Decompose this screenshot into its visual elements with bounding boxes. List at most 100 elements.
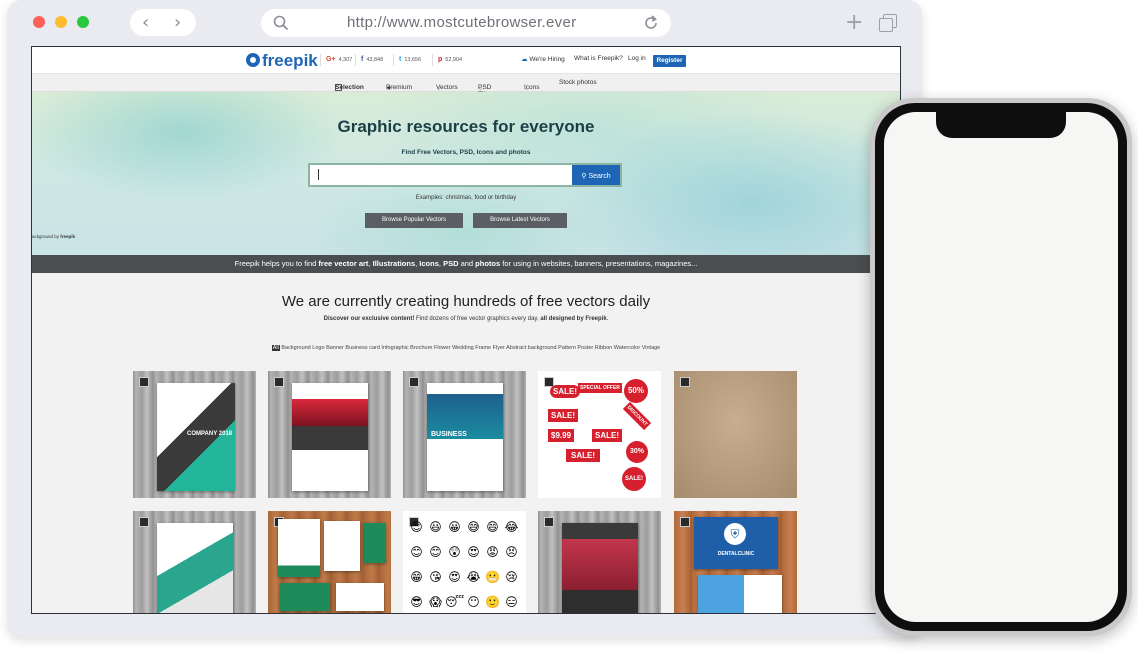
- minimize-window-button[interactable]: [55, 16, 67, 28]
- thumbnail-company-brochure[interactable]: COMPANY 2018: [133, 371, 256, 498]
- register-button[interactable]: Register: [653, 55, 686, 67]
- freepik-logo[interactable]: freepik: [246, 51, 318, 71]
- phone-screen: [884, 112, 1118, 622]
- tag-item[interactable]: Business card: [345, 345, 380, 351]
- special-offer-sticker: SPECIAL OFFER: [578, 383, 622, 393]
- twitter-share[interactable]: t 13,656: [393, 54, 421, 66]
- hiring-link[interactable]: ☁ We're Hiring: [521, 55, 565, 63]
- tag-all[interactable]: All: [271, 345, 280, 351]
- price-sticker: $9.99: [548, 429, 575, 442]
- premium-badge: [544, 517, 554, 527]
- tag-item[interactable]: Vintage: [642, 345, 661, 351]
- facebook-share[interactable]: f 43,848: [355, 54, 383, 66]
- web-page: freepik G+ 4,307 f 43,848 t 13,656 p 52,904 …: [31, 46, 901, 614]
- emoji-icon: 😅: [467, 520, 480, 534]
- tag-item[interactable]: Flyer: [493, 345, 505, 351]
- fifty-percent-sticker: 50%: [624, 379, 648, 403]
- thumbnail-red-brochure[interactable]: [268, 371, 391, 498]
- emoji-grid: 😊 😃 😀 😅 😄 😂 😊 😊 😲 😍 😡 😣 😁 😘 😍 😭 😬 😢 😎 😱 😴 😶 🙂 😑: [407, 515, 525, 613]
- tag-item[interactable]: Banner: [326, 345, 344, 351]
- thumbnail-business-brochure[interactable]: BUSINESS: [403, 371, 526, 498]
- browse-latest-button[interactable]: Browse Latest Vectors: [473, 213, 567, 228]
- thumbnail-teal-brochure[interactable]: [133, 511, 256, 613]
- url-text: http://www.mostcutebrowser.ever: [347, 14, 577, 31]
- logo-icon: [246, 53, 260, 67]
- premium-badge: [680, 517, 690, 527]
- tag-item[interactable]: Flower: [434, 345, 451, 351]
- tag-item[interactable]: Background: [281, 345, 310, 351]
- hero-section: Graphic resources for everyone Find Free…: [32, 92, 900, 255]
- tag-item[interactable]: Ribbon: [595, 345, 612, 351]
- browse-popular-button[interactable]: Browse Popular Vectors: [365, 213, 463, 228]
- example-birthday[interactable]: birthday: [495, 195, 516, 201]
- tag-item[interactable]: Logo: [312, 345, 324, 351]
- tag-item[interactable]: Brochure: [410, 345, 432, 351]
- main-menu: Selection ★ Premium Vectors ⌄ PSD Files …: [32, 74, 900, 98]
- forward-icon[interactable]: ›: [174, 12, 181, 33]
- logo-text: freepik: [262, 51, 318, 70]
- google-plus-icon: G+: [326, 56, 336, 63]
- menu-stock-photos[interactable]: Stock photos: [559, 79, 597, 86]
- emoji-icon: 😑: [505, 595, 518, 609]
- emoji-icon: 🙂: [485, 595, 500, 609]
- emoji-icon: 😁: [410, 570, 423, 584]
- stationery-image: [278, 519, 320, 577]
- emoji-icon: 😡: [486, 545, 499, 559]
- tabs-overview-icon[interactable]: [879, 14, 897, 32]
- what-is-freepik-link[interactable]: What is Freepik?: [574, 55, 623, 62]
- google-plus-share[interactable]: G+ 4,307: [320, 54, 352, 66]
- brochure-text: COMPANY 2018: [187, 431, 233, 437]
- back-icon[interactable]: ‹: [142, 12, 149, 33]
- tag-item[interactable]: Infographic: [381, 345, 408, 351]
- thumbnail-stationery-set[interactable]: [268, 511, 391, 613]
- phone-mockup: [870, 98, 1132, 636]
- close-window-button[interactable]: [33, 16, 45, 28]
- sale-circle-sticker: SALE!: [622, 467, 646, 491]
- background-credit: ackground by freepik: [32, 234, 75, 239]
- sale-ribbon: SALE!: [566, 449, 600, 462]
- tag-item[interactable]: Abstract background: [506, 345, 556, 351]
- search-input[interactable]: [308, 163, 572, 187]
- reload-icon[interactable]: [643, 15, 659, 31]
- credit-link[interactable]: freepik: [60, 234, 75, 239]
- emoji-icon: 😬: [485, 570, 500, 584]
- tag-item[interactable]: Watercolor: [614, 345, 640, 351]
- search-button[interactable]: ⚲ Search: [572, 163, 622, 187]
- strip-bold: free vector art: [318, 259, 369, 268]
- premium-badge: [139, 377, 149, 387]
- search-button-label: Search: [588, 173, 611, 180]
- thumbnail-paper-texture[interactable]: [674, 371, 797, 498]
- pinterest-share[interactable]: p 52,904: [432, 54, 462, 66]
- example-food[interactable]: food: [474, 195, 486, 201]
- stationery-image: [324, 521, 360, 571]
- business-card-front: ⛨ DENTALCLINIC: [694, 517, 778, 569]
- maximize-window-button[interactable]: [77, 16, 89, 28]
- example-separator: or: [486, 195, 495, 201]
- brochure-image: [292, 383, 368, 491]
- emoji-icon: 😊: [410, 545, 423, 559]
- examples-label: Examples:: [415, 195, 446, 201]
- example-christmas[interactable]: christmas: [445, 195, 471, 201]
- thumbnail-dental-card[interactable]: ⛨ DENTALCLINIC: [674, 511, 797, 613]
- hero-subtitle: Find Free Vectors, PSD, Icons and photos: [401, 149, 531, 156]
- tag-item[interactable]: Poster: [577, 345, 593, 351]
- emoji-icon: 😄: [486, 520, 499, 534]
- thumbnail-emoji-set[interactable]: 😊 😃 😀 😅 😄 😂 😊 😊 😲 😍 😡 😣 😁 😘 😍 😭 😬 😢 😎 😱 😴 😶 🙂 😑: [403, 511, 526, 613]
- premium-badge: [274, 377, 284, 387]
- cloud-icon: ☁: [521, 56, 528, 63]
- tag-item[interactable]: Wedding: [452, 345, 474, 351]
- new-tab-icon[interactable]: +: [845, 10, 863, 35]
- tag-item[interactable]: Frame: [475, 345, 491, 351]
- thumbnail-dark-red-brochure[interactable]: [538, 511, 661, 613]
- phone-notch: [936, 112, 1066, 138]
- emoji-icon: 😣: [505, 545, 518, 559]
- brochure-image: COMPANY 2018: [157, 383, 235, 491]
- business-card-back: [698, 575, 782, 613]
- twitter-icon: t: [399, 56, 402, 63]
- emoji-icon: 😘: [429, 570, 442, 584]
- tag-item[interactable]: Pattern: [558, 345, 576, 351]
- address-bar[interactable]: http://www.mostcutebrowser.ever: [261, 9, 671, 37]
- thumbnail-sale-stickers[interactable]: SALE! SPECIAL OFFER 50% SALE! DISCOUNT $…: [538, 371, 661, 498]
- login-link[interactable]: Log in: [628, 55, 646, 62]
- emoji-icon: 😴: [445, 595, 465, 609]
